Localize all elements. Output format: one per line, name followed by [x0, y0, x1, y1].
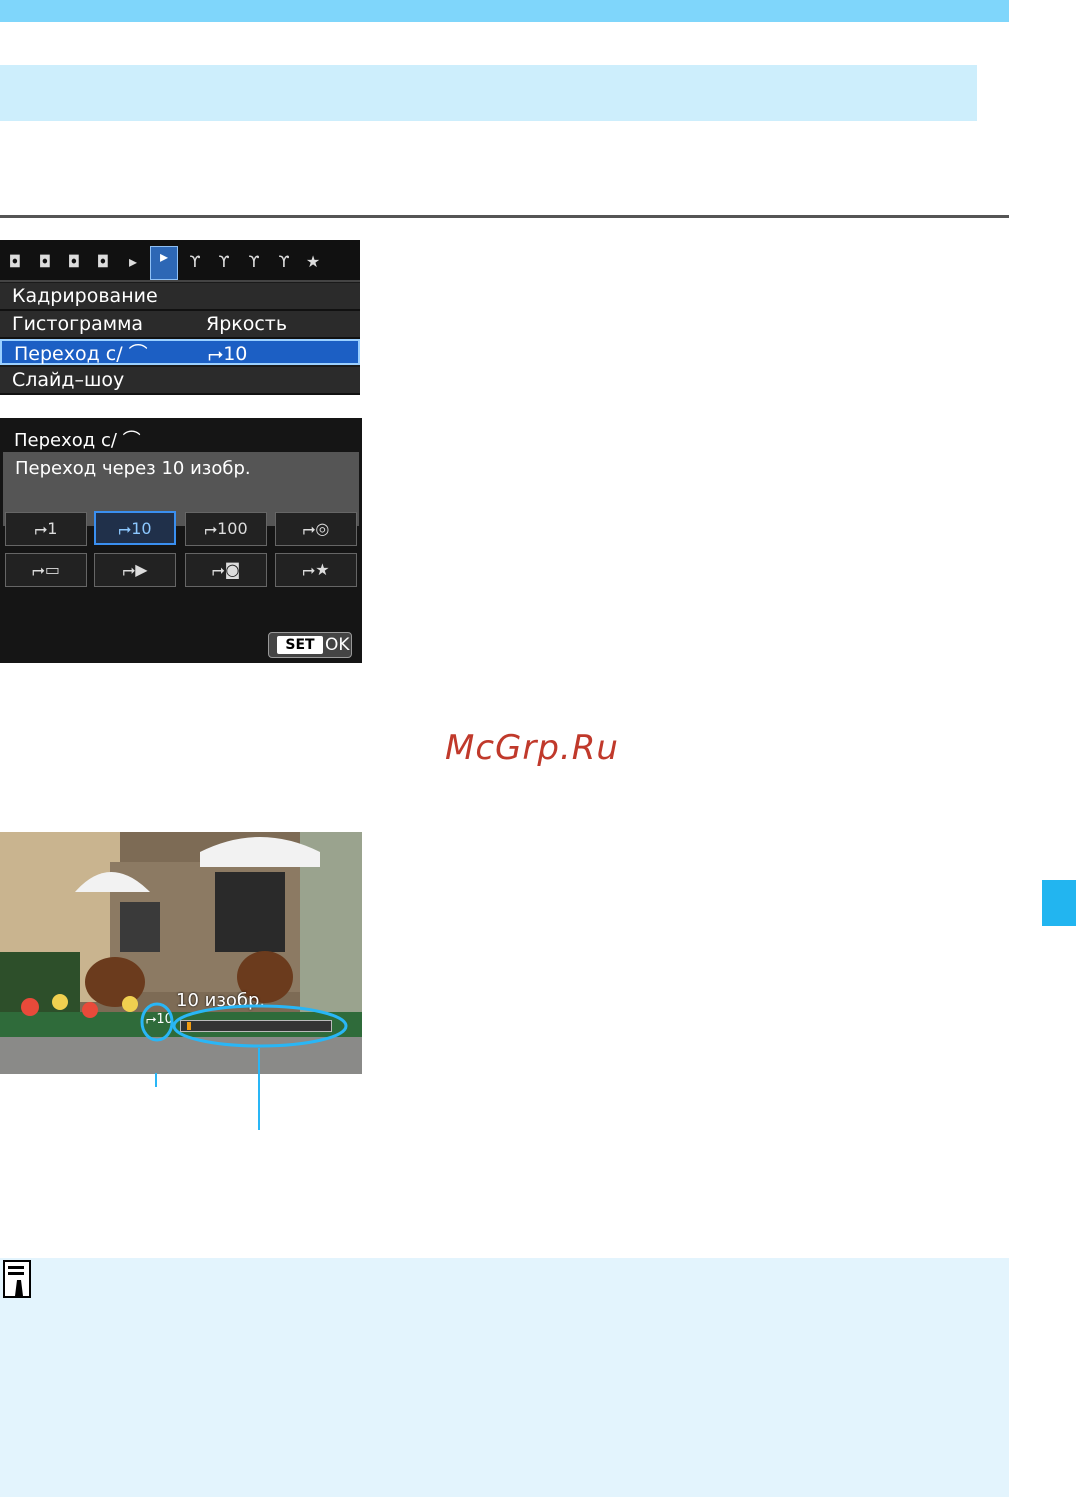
set-ok-button[interactable]: SET OK [268, 632, 352, 658]
jump-by-folder-option[interactable]: ⮣▭ [5, 553, 87, 587]
camera-tab-1-icon[interactable]: ◘ [4, 252, 26, 272]
menu-item-image-jump[interactable]: Переход с/ ⌒ ⮣10 [0, 339, 360, 365]
playback-menu-screen: ◘ ◘ ◘ ◘ ▸ ▸ ϒ ϒ ϒ ϒ ★ Кадрирование Гисто… [0, 240, 360, 395]
menu-item-crop[interactable]: Кадрирование [0, 283, 360, 311]
description-text: Переход через 10 изобр. [15, 458, 251, 479]
menu-item-label: Слайд–шоу [12, 369, 125, 391]
callout-ellipses [140, 1002, 348, 1048]
mymenu-star-icon[interactable]: ★ [302, 252, 324, 272]
setup-tab-4-icon[interactable]: ϒ [273, 252, 295, 272]
set-label: SET [277, 636, 323, 654]
playback-tab-1-icon[interactable]: ▸ [122, 252, 144, 272]
chapter-side-tab [1042, 880, 1076, 926]
jump-1-image-option[interactable]: ⮣1 [5, 512, 87, 546]
callout-leader-line [155, 1073, 157, 1087]
menu-tab-bar: ◘ ◘ ◘ ◘ ▸ ▸ ϒ ϒ ϒ ϒ ★ [0, 240, 360, 282]
note-pencil-icon [3, 1260, 31, 1298]
callout-leader-line [258, 1048, 260, 1130]
setup-tab-2-icon[interactable]: ϒ [213, 252, 235, 272]
image-jump-settings-screen: Переход с/ ⌒ Переход через 10 изобр. ⮣1 … [0, 418, 362, 663]
setup-tab-1-icon[interactable]: ϒ [184, 252, 206, 272]
playback-photo-screen: 10 изобр. ⮣10 [0, 832, 362, 1074]
menu-item-histogram[interactable]: Гистограмма Яркость [0, 311, 360, 339]
menu-item-value: ⮣10 [208, 343, 248, 365]
top-color-bar [0, 0, 1009, 22]
section-header-band [0, 65, 977, 121]
menu-item-slideshow[interactable]: Слайд–шоу [0, 367, 360, 395]
jump-movies-option[interactable]: ⮣▶ [94, 553, 176, 587]
screen-title: Переход с/ ⌒ [14, 430, 141, 451]
jump-by-date-option[interactable]: ⮣◎ [275, 512, 357, 546]
setup-tab-3-icon[interactable]: ϒ [243, 252, 265, 272]
section-divider [0, 215, 1009, 218]
jump-stills-option[interactable]: ⮣◙ [185, 553, 267, 587]
jump-10-images-option[interactable]: ⮣10 [94, 511, 176, 545]
camera-tab-4-icon[interactable]: ◘ [92, 252, 114, 272]
watermark: McGrp.Ru [445, 728, 619, 768]
note-box [0, 1258, 1009, 1497]
jump-by-rating-option[interactable]: ⮣★ [275, 553, 357, 587]
ok-label: OK [325, 635, 350, 655]
menu-item-label: Переход с/ ⌒ [14, 343, 148, 365]
menu-item-label: Гистограмма [12, 313, 144, 335]
jump-100-images-option[interactable]: ⮣100 [185, 512, 267, 546]
camera-tab-2-icon[interactable]: ◘ [34, 252, 56, 272]
camera-tab-3-icon[interactable]: ◘ [63, 252, 85, 272]
menu-item-value: Яркость [206, 313, 288, 335]
menu-item-label: Кадрирование [12, 285, 158, 307]
playback-tab-2-icon[interactable]: ▸ [150, 246, 178, 280]
